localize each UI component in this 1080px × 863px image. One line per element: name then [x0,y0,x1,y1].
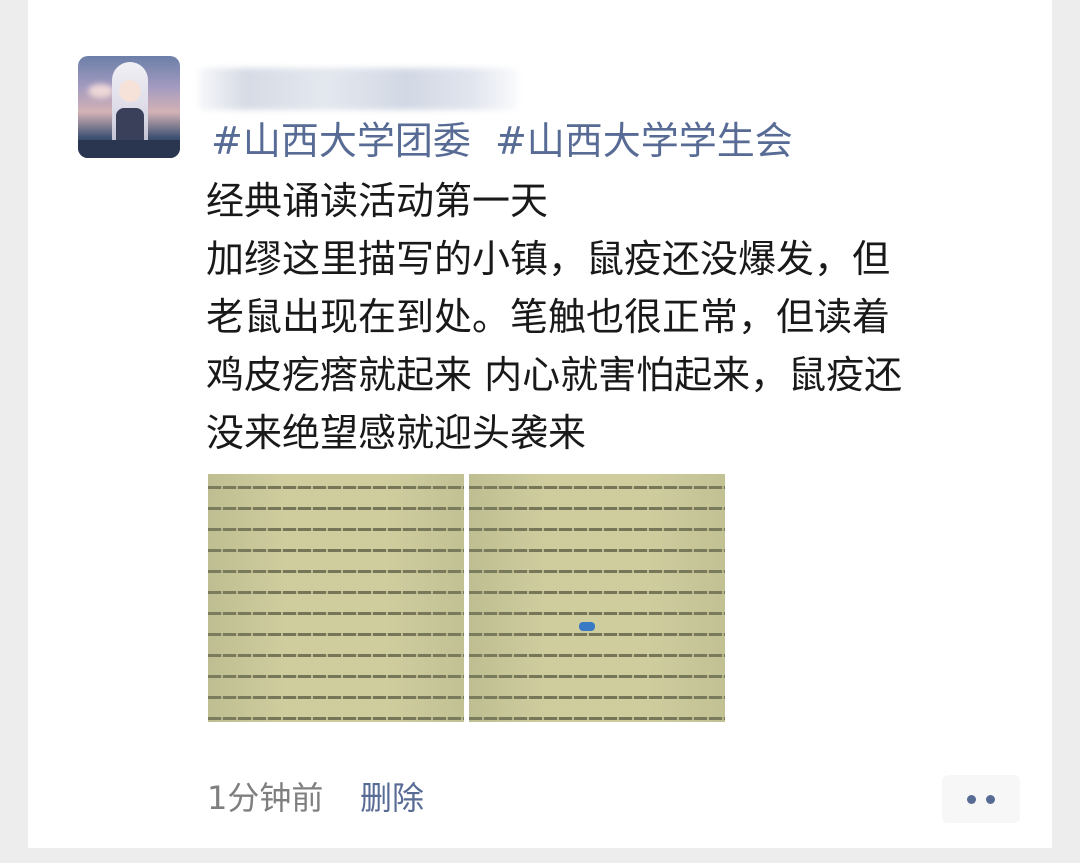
tag-link[interactable]: #山西大学学生会 [495,119,793,163]
post-text-line: 经典诵读活动第一天 [206,179,549,223]
post-text: 经典诵读活动第一天 加缪这里描写的小镇，鼠疫还没爆发，但 老鼠出现在到处。笔触也… [206,172,1016,462]
post-time: 1分钟前 [207,779,324,817]
tag-link[interactable]: #山西大学团委 [211,119,471,163]
photo-blue-mark [579,622,595,631]
post-photo[interactable] [208,474,464,722]
avatar-sky [88,84,114,98]
avatar-face [119,80,141,102]
avatar[interactable] [78,56,180,158]
post-tags: #山西大学团委 #山西大学学生会 [211,116,805,166]
post-text-line: 老鼠出现在到处。笔触也很正常，但读着 [206,295,891,339]
more-dots-icon [986,795,995,804]
more-dots-icon [967,795,976,804]
post-photo[interactable] [469,474,725,722]
post-text-line: 加缪这里描写的小镇，鼠疫还没爆发，但 [206,237,891,281]
more-button[interactable] [942,775,1020,823]
avatar-ground [78,140,180,158]
photo-shade [208,474,464,722]
post-text-line: 鸡皮疙瘩就起来 内心就害怕起来，鼠疫还 [206,353,903,397]
post-text-line: 没来绝望感就迎头袭来 [206,411,587,455]
photo-shade [469,474,725,722]
delete-button[interactable]: 删除 [360,776,424,820]
moment-card: #山西大学团委 #山西大学学生会 经典诵读活动第一天 加缪这里描写的小镇，鼠疫还… [28,0,1052,848]
author-name[interactable] [198,68,518,110]
